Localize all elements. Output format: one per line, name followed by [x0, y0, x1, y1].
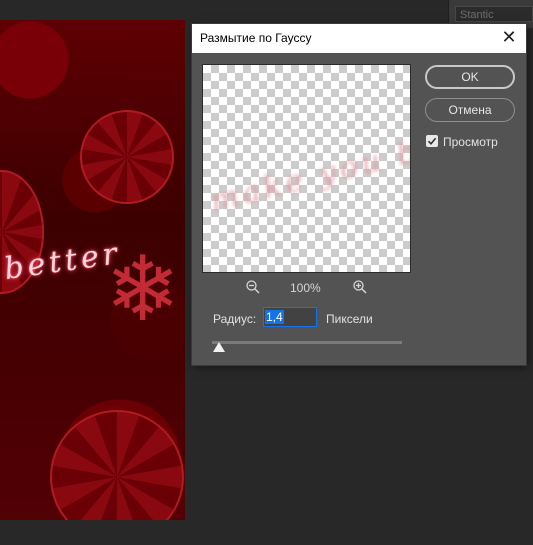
panel-text-field[interactable]: Stantic — [455, 6, 533, 22]
orange-slice-image — [50, 410, 184, 520]
preview-checkbox-label: Просмотр — [443, 135, 498, 149]
dialog-titlebar[interactable]: Размытие по Гауссу ✕ — [192, 24, 526, 53]
zoom-out-icon[interactable] — [245, 279, 261, 295]
radius-slider-track[interactable] — [212, 341, 402, 344]
radius-unit-label: Пиксели — [326, 312, 373, 326]
dialog-title: Размытие по Гауссу — [200, 31, 312, 45]
close-icon[interactable]: ✕ — [498, 27, 520, 49]
radius-value[interactable]: 1,4 — [265, 310, 284, 324]
blur-preview-area[interactable]: make you be — [202, 64, 411, 273]
zoom-controls: 100% — [202, 279, 409, 297]
zoom-level: 100% — [290, 281, 321, 295]
cancel-button[interactable]: Отмена — [425, 98, 515, 122]
document-canvas: ❄ better — [0, 20, 185, 520]
preview-blurred-text: make you be — [206, 128, 411, 220]
orange-slice-image — [80, 110, 174, 204]
gaussian-blur-dialog: Размытие по Гауссу ✕ make you be 100% Ра… — [192, 24, 526, 365]
checkmark-icon[interactable] — [426, 135, 438, 147]
zoom-in-icon[interactable] — [352, 279, 368, 295]
ok-button[interactable]: OK — [425, 65, 515, 89]
radius-label: Радиус: — [213, 312, 257, 326]
radius-slider-thumb[interactable] — [212, 342, 225, 352]
